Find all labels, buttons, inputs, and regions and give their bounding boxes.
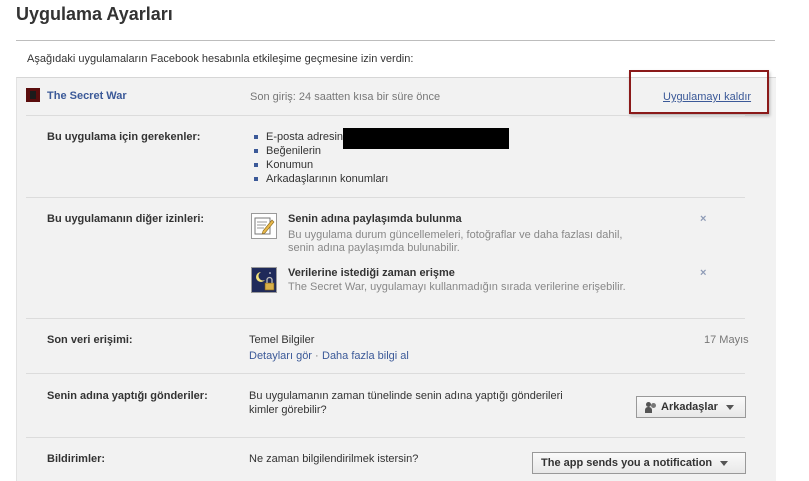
permission-item-location: Konumun <box>252 158 388 172</box>
last-data-access-label: Son veri erişimi: <box>47 334 133 346</box>
audience-selector-button[interactable]: Arkadaşlar <box>636 396 746 418</box>
more-info-link[interactable]: Daha fazla bilgi al <box>322 350 409 362</box>
permission-publish-title: Senin adına paylaşımda bulunma <box>288 213 462 225</box>
permission-publish-desc: Bu uygulama durum güncellemeleri, fotoğr… <box>288 229 623 241</box>
chevron-down-icon <box>725 404 734 410</box>
redacted-email <box>343 128 509 149</box>
permission-publish-desc-2: senin adına paylaşımda bulunabilir. <box>288 242 460 254</box>
edit-post-icon <box>251 213 277 239</box>
row-divider <box>26 197 745 198</box>
intro-text: Aşağıdaki uygulamaların Facebook hesabın… <box>27 53 414 65</box>
remove-permission-offline-icon[interactable]: × <box>700 267 706 279</box>
posts-on-behalf-label: Senin adına yaptığı gönderiler: <box>47 390 208 402</box>
friends-icon <box>645 401 657 413</box>
row-divider <box>26 437 745 438</box>
permission-offline-desc: The Secret War, uygulamayı kullanmadığın… <box>288 281 626 293</box>
permission-offline-title: Verilerine istediği zaman erişme <box>288 267 455 279</box>
link-separator: · <box>315 350 319 362</box>
chevron-down-icon <box>720 460 729 466</box>
notification-preference-label: The app sends you a notification <box>541 457 713 469</box>
notification-preference-dropdown[interactable]: The app sends you a notification <box>532 452 746 474</box>
notifications-label: Bildirimler: <box>47 453 106 465</box>
last-login-text: Son giriş: 24 saatten kısa bir süre önce <box>250 91 441 103</box>
page-title: Uygulama Ayarları <box>16 4 173 24</box>
posts-visibility-question: Bu uygulamanın zaman tünelinde senin adı… <box>249 390 563 402</box>
page-margin <box>793 0 809 480</box>
remove-permission-publish-icon[interactable]: × <box>700 213 706 225</box>
offline-access-icon <box>251 267 277 293</box>
remove-app-link[interactable]: Uygulamayı kaldır <box>663 91 751 103</box>
other-permissions-label: Bu uygulamanın diğer izinleri: <box>47 213 205 225</box>
row-divider <box>26 115 745 116</box>
app-icon[interactable] <box>26 88 40 102</box>
row-divider <box>26 318 745 319</box>
audience-selector-label: Arkadaşlar <box>661 401 718 413</box>
app-name-link[interactable]: The Secret War <box>47 90 127 102</box>
posts-visibility-question-2: kimler görebilir? <box>249 404 327 416</box>
notifications-question: Ne zaman bilgilendirilmek istersin? <box>249 453 419 465</box>
required-permissions-label: Bu uygulama için gerekenler: <box>47 131 201 143</box>
last-data-access-value: Temel Bilgiler <box>249 334 315 346</box>
row-divider <box>26 373 745 374</box>
details-link[interactable]: Detayları gör <box>249 350 312 362</box>
last-access-date: 17 Mayıs <box>704 334 749 346</box>
permission-item-friends-locations: Arkadaşlarının konumları <box>252 172 388 186</box>
title-divider <box>16 40 775 41</box>
